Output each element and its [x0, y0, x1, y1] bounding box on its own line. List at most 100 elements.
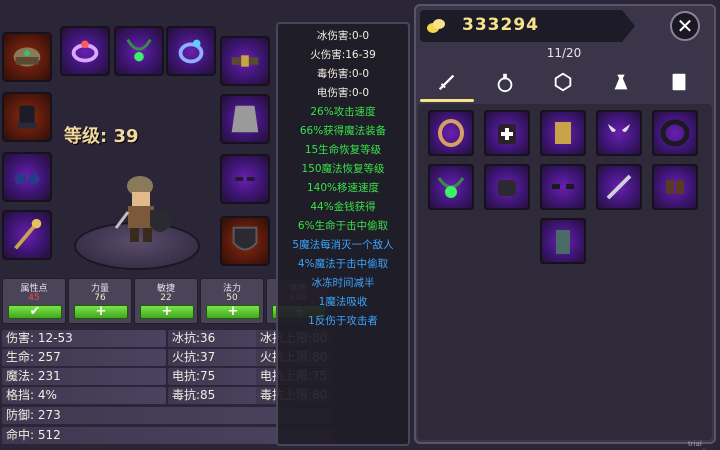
equip-slot-bracer[interactable] [220, 154, 270, 204]
item-tooltip: 冰伤害:0-0 火伤害:16-39 毒伤害:0-0 电伤害:0-0 26%攻击速度 66%… [276, 22, 410, 446]
inventory-grid [418, 104, 712, 440]
stat-row: 冰抗:36 [168, 330, 264, 347]
emerald-amulet-icon [126, 38, 152, 62]
equip-slot-cape[interactable] [220, 94, 270, 144]
tooltip-line: 4%魔法于击中偷取 [297, 258, 389, 270]
tab-weapons[interactable] [420, 64, 474, 102]
stat-text: 防御: 273 [6, 408, 61, 422]
tooltip-line: 毒伤害:0-0 [316, 68, 370, 80]
inventory-slot[interactable] [540, 110, 586, 156]
stat-text: 火抗:37 [172, 350, 216, 364]
tooltip-line: 6%生命于击中偷取 [297, 220, 389, 232]
add-agility-button[interactable]: + [140, 305, 194, 319]
trial-label: trial version [688, 440, 714, 450]
hero-level: 等级: 39 [64, 126, 139, 147]
potion-icon [497, 73, 513, 93]
stat-text: 毒抗:85 [172, 388, 216, 402]
tower-icon [556, 230, 570, 254]
stat-text: 生命: 257 [6, 350, 61, 364]
inventory-slot[interactable] [540, 164, 586, 210]
add-strength-button[interactable]: + [74, 305, 128, 319]
inventory-slot[interactable] [596, 164, 642, 210]
gold-coins-icon [427, 19, 445, 33]
equip-slot-ring-2[interactable] [166, 26, 216, 76]
stat-text: 魔法: 231 [6, 369, 61, 383]
stat-row: 火抗:37 [168, 349, 264, 366]
inventory-slot[interactable] [596, 110, 642, 156]
stat-tab-agility: 敏捷 22 + [134, 278, 198, 324]
inventory-slot[interactable] [484, 110, 530, 156]
sword-icon [438, 74, 455, 91]
stat-value: 45 [28, 293, 40, 303]
bracer-icon [235, 177, 255, 181]
stat-tab-points: 属性点 45 ✔ [2, 278, 66, 324]
inventory-slot[interactable] [428, 164, 474, 210]
tooltip-line: 1反伤于攻击者 [308, 315, 378, 327]
add-mana-button[interactable]: + [206, 305, 260, 319]
tooltip-line: 电伤害:0-0 [316, 87, 370, 99]
tooltip-line: 火伤害:16-39 [310, 49, 376, 61]
cape-icon [231, 105, 259, 133]
belt-icon [552, 184, 574, 189]
stat-text: 格挡: 4% [6, 388, 57, 402]
gold-bar-icon [555, 122, 571, 144]
stat-row: 电抗:75 [168, 368, 264, 385]
equip-slot-belt[interactable] [220, 36, 270, 86]
stat-text: 命中: 512 [6, 428, 61, 442]
belt-icon [231, 55, 259, 67]
equip-slot-gloves[interactable] [2, 152, 52, 202]
gloves-icon [14, 173, 40, 185]
dark-ring-icon [660, 119, 690, 147]
tooltip-line: 5魔法每消灭一个敌人 [292, 239, 394, 251]
inventory-slot[interactable] [652, 164, 698, 210]
hero-sprite [114, 176, 170, 242]
equip-slot-helmet[interactable] [2, 32, 52, 82]
gold-amount: 333294 [462, 15, 539, 35]
gauntlet-icon [666, 180, 684, 194]
tooltip-line: 冰伤害:0-0 [316, 30, 370, 42]
tooltip-line: 26%攻击速度 [310, 106, 376, 118]
close-icon: ✕ [676, 14, 694, 38]
inventory-slot[interactable] [652, 110, 698, 156]
sapphire-ring-icon [178, 39, 204, 64]
tooltip-line: 66%获得魔法装备 [299, 125, 387, 137]
horned-helmet-icon [608, 124, 630, 132]
tooltip-line: 140%移速速度 [306, 182, 380, 194]
staff-icon [14, 218, 42, 250]
tab-bags[interactable] [594, 64, 648, 100]
boots-icon [17, 105, 37, 129]
equip-slot-amulet[interactable] [114, 26, 164, 76]
stat-value: 22 [160, 293, 172, 303]
inventory-slot[interactable] [484, 164, 530, 210]
close-button[interactable]: ✕ [670, 11, 700, 41]
tooltip-line: 15生命恢复等级 [304, 144, 382, 156]
stat-row: 生命: 257 [2, 349, 166, 366]
stat-tab-strength: 力量 76 + [68, 278, 132, 324]
tab-books[interactable] [652, 64, 706, 100]
inventory-slot[interactable] [540, 218, 586, 264]
inventory-capacity: 11/20 [546, 46, 582, 60]
tab-gems[interactable] [536, 64, 590, 100]
book-icon [672, 73, 686, 91]
stat-text: 伤害: 12-53 [6, 331, 73, 345]
stat-row: 伤害: 12-53 [2, 330, 166, 347]
equip-slot-ring-1[interactable] [60, 26, 110, 76]
inventory-slot[interactable] [428, 110, 474, 156]
stat-tab-mana: 法力 50 + [200, 278, 264, 324]
stat-value: 76 [94, 293, 106, 303]
stat-text: 电抗:75 [172, 369, 216, 383]
armor-icon [498, 124, 516, 144]
tab-potions[interactable] [478, 64, 532, 100]
confirm-button[interactable]: ✔ [8, 305, 62, 319]
tooltip-line: 44%金钱获得 [310, 201, 376, 213]
equip-slot-shield[interactable] [220, 216, 270, 266]
shield-icon [232, 226, 258, 251]
equip-slot-weapon[interactable] [2, 210, 52, 260]
stat-row: 魔法: 231 [2, 368, 166, 385]
inventory-tabs [418, 62, 714, 102]
equip-slot-boots[interactable] [2, 92, 52, 142]
tooltip-line: 冰冻时间减半 [311, 277, 375, 289]
sword-icon [606, 174, 632, 200]
bag-icon [614, 74, 628, 90]
ring-icon [438, 119, 464, 147]
